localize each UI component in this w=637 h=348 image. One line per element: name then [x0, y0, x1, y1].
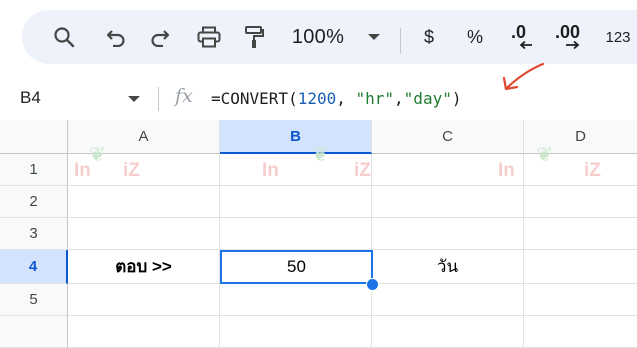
watermark-text-right: iZ [354, 160, 371, 181]
row-header-6[interactable] [0, 316, 68, 348]
more-formats-button[interactable]: 123 [600, 10, 636, 64]
row-header-1[interactable]: 1 [0, 154, 68, 186]
currency-label: $ [423, 26, 434, 47]
watermark-text-left: In [498, 160, 515, 181]
cell-b4[interactable]: 50 [220, 250, 373, 284]
toolbar: 100% $ % .0 .00 123 [22, 10, 637, 64]
watermark-text-right: iZ [584, 160, 601, 181]
cell-d5[interactable] [524, 284, 637, 316]
formula-bar-divider [158, 87, 159, 111]
arrow-right-icon [566, 40, 580, 50]
row-header-2[interactable]: 2 [0, 186, 68, 218]
cell-d2[interactable] [524, 186, 637, 218]
name-box[interactable]: B4 [20, 88, 41, 108]
row-header-3[interactable]: 3 [0, 218, 68, 250]
paint-format-icon[interactable] [236, 10, 272, 64]
row-header-4[interactable]: 4 [0, 250, 68, 284]
formula-from-unit: "hr" [355, 89, 395, 108]
redo-icon[interactable] [142, 10, 178, 64]
formula-prefix: =CONVERT( [211, 89, 298, 108]
cell-a2[interactable] [68, 186, 220, 218]
arrow-left-icon [519, 40, 532, 50]
watermark-text-left: In [262, 160, 279, 181]
search-menus-icon[interactable] [46, 10, 82, 64]
increase-decimal-button[interactable]: .00 [548, 10, 594, 64]
cell-b3[interactable] [220, 218, 372, 250]
cell-b6[interactable] [220, 316, 372, 348]
cell-d6[interactable] [524, 316, 637, 348]
watermark-logo-icon: ❦ [312, 144, 329, 166]
cell-c4[interactable]: วัน [372, 250, 524, 284]
cell-a6[interactable] [68, 316, 220, 348]
cell-c2[interactable] [372, 186, 524, 218]
cell-b1[interactable] [220, 154, 372, 186]
percent-format-button[interactable]: % [458, 10, 492, 64]
more-formats-label: 123 [605, 28, 631, 46]
cell-d4[interactable] [524, 250, 637, 284]
zoom-select[interactable]: 100% [284, 10, 352, 64]
select-all-corner[interactable] [0, 120, 68, 154]
watermark-logo-icon: ❦ [89, 144, 106, 166]
cell-d3[interactable] [524, 218, 637, 250]
formula-separator: , [336, 89, 356, 108]
row-header-5[interactable]: 5 [0, 284, 68, 316]
fx-icon: fx [175, 85, 193, 107]
fill-handle[interactable] [366, 278, 379, 291]
decrease-decimal-button[interactable]: .0 [502, 10, 542, 64]
cell-c5[interactable] [372, 284, 524, 316]
formula-number: 1200 [297, 89, 337, 108]
cell-c3[interactable] [372, 218, 524, 250]
formula-to-unit: "day" [403, 89, 452, 108]
formula-separator: , [394, 89, 404, 108]
cell-a4[interactable]: ตอบ >> [68, 250, 220, 284]
cell-b2[interactable] [220, 186, 372, 218]
undo-icon[interactable] [98, 10, 134, 64]
zoom-value: 100% [291, 25, 345, 48]
currency-format-button[interactable]: $ [414, 10, 444, 64]
cell-c6[interactable] [372, 316, 524, 348]
formula-input[interactable]: =CONVERT(1200, "hr","day") [211, 89, 461, 108]
column-header-c[interactable]: C [372, 120, 524, 154]
cell-a5[interactable] [68, 284, 220, 316]
cell-b5[interactable] [220, 284, 372, 316]
name-box-chevron-down-icon[interactable] [128, 96, 140, 102]
formula-suffix: ) [451, 89, 462, 108]
print-icon[interactable] [190, 10, 228, 64]
cell-a3[interactable] [68, 218, 220, 250]
zoom-chevron-down-icon[interactable] [362, 10, 386, 64]
spreadsheet-grid: A B C D 1 2 3 4 5 ตอบ >> 50 วัน In ❦ iZ … [0, 120, 637, 348]
percent-label: % [466, 26, 483, 47]
toolbar-divider [400, 28, 401, 54]
column-header-b[interactable]: B [220, 120, 372, 154]
annotation-arrow-icon [502, 62, 545, 91]
watermark-text-right: iZ [123, 160, 140, 181]
watermark-logo-icon: ❦ [536, 144, 553, 166]
